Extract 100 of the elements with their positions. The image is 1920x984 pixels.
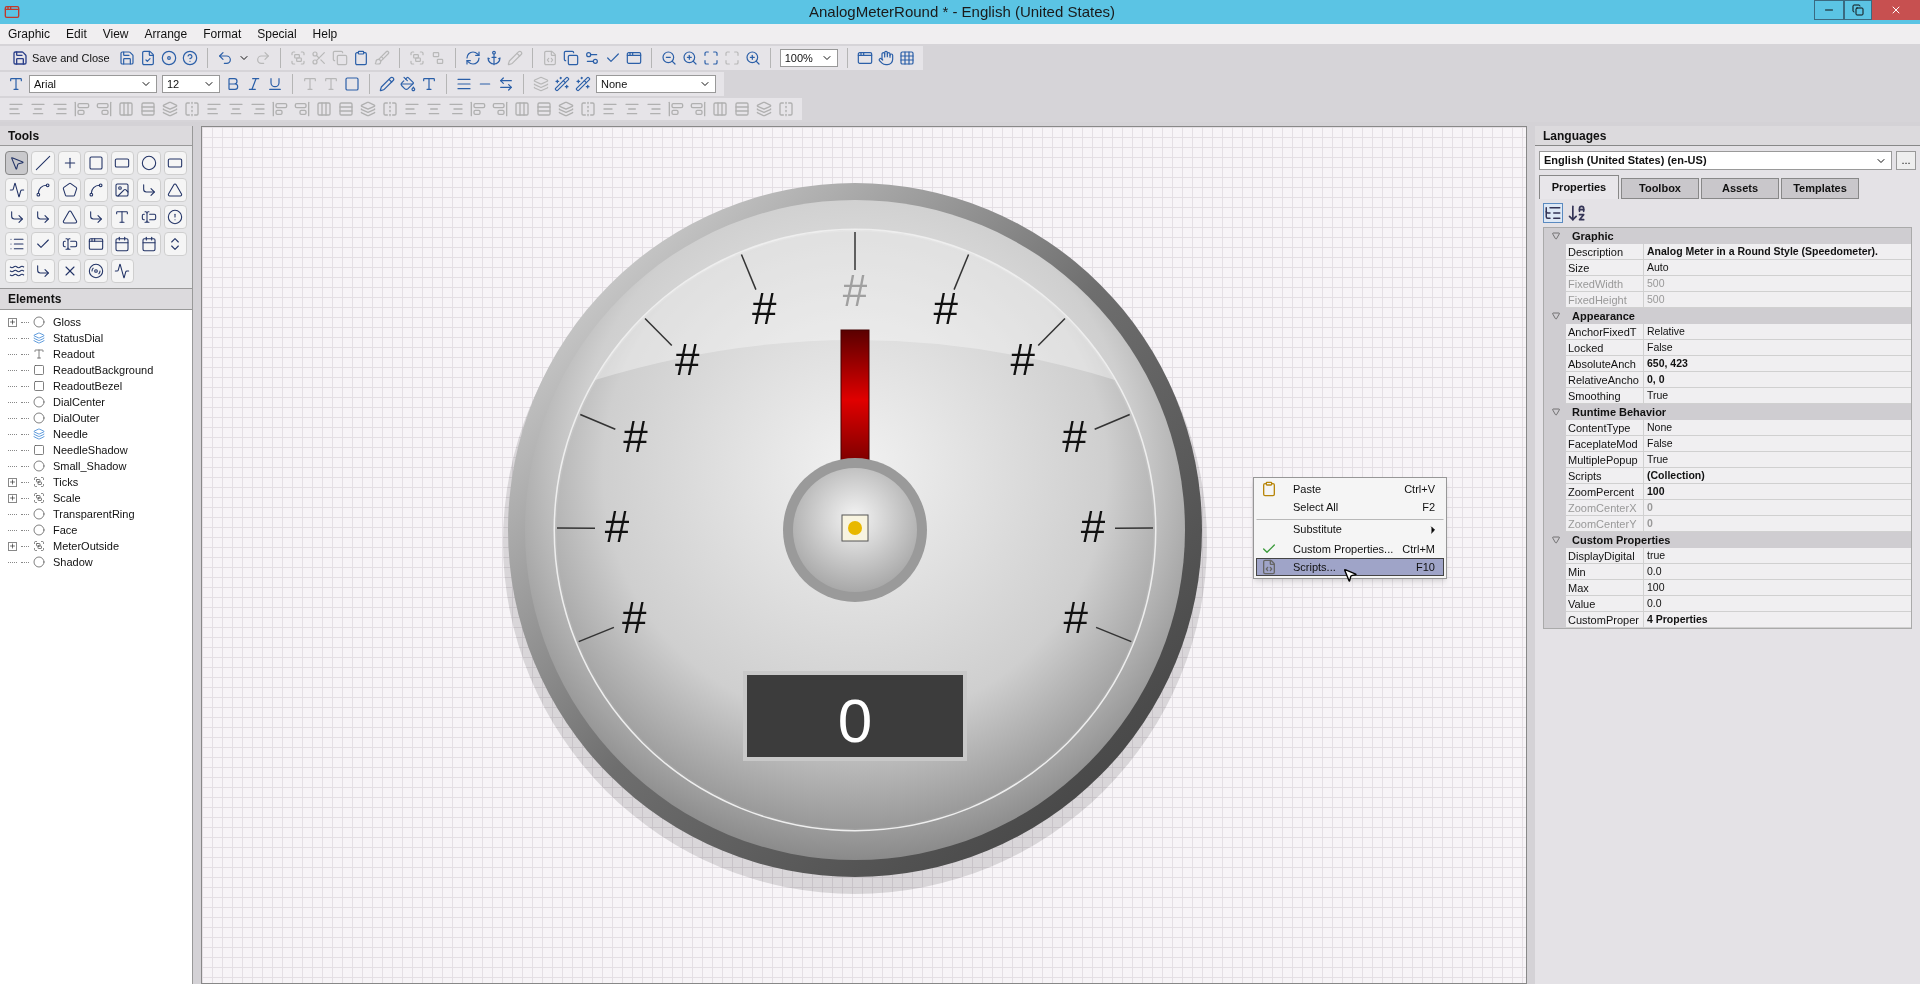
element-item[interactable]: Gloss	[53, 313, 82, 331]
property-value[interactable]: (Collection)	[1644, 468, 1911, 484]
collapse-icon[interactable]	[1552, 312, 1560, 320]
tool-button[interactable]	[31, 178, 55, 202]
element-item[interactable]: Face	[53, 521, 78, 539]
menu-item[interactable]: Scripts... F10	[1256, 558, 1444, 576]
tool-button[interactable]	[163, 232, 187, 256]
zoom-select[interactable]: 100%	[779, 49, 838, 67]
window-icon[interactable]	[856, 50, 873, 66]
minimize-button[interactable]	[1814, 0, 1844, 20]
menu-item[interactable]: Custom Properties... Ctrl+M	[1256, 540, 1444, 558]
tool-button[interactable]	[163, 205, 187, 229]
element-item[interactable]: Small_Shadow	[53, 457, 127, 475]
font-icon[interactable]	[8, 76, 24, 92]
property-value[interactable]: Auto	[1644, 260, 1911, 276]
expand-toggle[interactable]	[8, 317, 17, 327]
panel-tab[interactable]: Templates	[1781, 178, 1859, 199]
bold-icon[interactable]	[225, 76, 241, 92]
menu-item[interactable]: Substitute	[1256, 519, 1444, 540]
arrow-style-icon[interactable]	[498, 76, 514, 92]
element-item[interactable]: DialCenter	[53, 393, 105, 411]
menu-item[interactable]: Edit	[66, 25, 87, 43]
element-item[interactable]: ReadoutBezel	[53, 377, 123, 395]
menu-item[interactable]: View	[102, 25, 129, 43]
menu-item[interactable]: Special	[257, 25, 297, 43]
element-item[interactable]: Readout	[53, 345, 95, 363]
property-value[interactable]: True	[1644, 388, 1911, 404]
style-icon[interactable]	[575, 76, 591, 92]
tool-button[interactable]	[110, 178, 135, 202]
collapse-icon[interactable]	[1552, 536, 1560, 544]
element-item[interactable]: ReadoutBackground	[53, 361, 154, 379]
help-icon[interactable]	[181, 50, 198, 66]
element-item[interactable]: DialOuter	[53, 409, 100, 427]
tool-button[interactable]	[5, 151, 29, 175]
duplicate-icon[interactable]	[562, 50, 579, 66]
property-value[interactable]: None	[1644, 420, 1911, 436]
tool-button[interactable]	[110, 151, 135, 175]
undo-icon[interactable]	[216, 50, 233, 66]
tool-button[interactable]	[57, 259, 82, 283]
tool-button[interactable]	[57, 205, 82, 229]
grid-icon[interactable]	[898, 50, 915, 66]
panel-tab[interactable]: Toolbox	[1621, 178, 1699, 199]
tool-button[interactable]	[110, 259, 135, 283]
property-value[interactable]: 4 Properties	[1644, 612, 1911, 628]
tool-button[interactable]	[57, 232, 82, 256]
tool-button[interactable]	[5, 205, 29, 229]
line-weight-icon[interactable]	[456, 76, 472, 92]
settings-icon[interactable]	[583, 50, 600, 66]
element-item[interactable]: Shadow	[53, 553, 93, 571]
disc-icon[interactable]	[160, 50, 177, 66]
window-icon[interactable]	[625, 50, 642, 66]
collapse-icon[interactable]	[1552, 408, 1560, 416]
expand-toggle[interactable]	[8, 493, 17, 503]
property-value[interactable]: 0, 0	[1644, 372, 1911, 388]
font-select[interactable]: Arial	[29, 75, 157, 93]
border-icon[interactable]	[344, 76, 360, 92]
style-select[interactable]: None	[596, 75, 716, 93]
zoom-in-icon[interactable]	[681, 50, 698, 66]
drawing-canvas[interactable]: # # # # # # # # # # # 0 Paste Ctrl+V Select All F2 Substitute Custom Properties... Ctrl+M Scripts... F10	[201, 126, 1527, 984]
property-value[interactable]: Analog Meter in a Round Style (Speedometer).	[1644, 244, 1911, 260]
tool-button[interactable]	[84, 178, 108, 202]
zoom-area-icon[interactable]	[744, 50, 761, 66]
property-value[interactable]: 650, 423	[1644, 356, 1911, 372]
fit-icon[interactable]	[702, 50, 719, 66]
tool-button[interactable]	[5, 232, 29, 256]
menu-item[interactable]: Graphic	[8, 25, 51, 43]
line-color-icon[interactable]	[379, 76, 395, 92]
expand-toggle[interactable]	[8, 541, 17, 551]
tool-button[interactable]	[31, 205, 55, 229]
tool-button[interactable]	[137, 205, 161, 229]
menu-item[interactable]: Arrange	[144, 25, 188, 43]
restore-button[interactable]	[1844, 0, 1872, 20]
tool-button[interactable]	[31, 259, 55, 283]
tool-button[interactable]	[31, 151, 55, 175]
property-value[interactable]: 0.0	[1644, 564, 1911, 580]
tool-button[interactable]	[110, 205, 135, 229]
property-value[interactable]: False	[1644, 436, 1911, 452]
more-button[interactable]: ...	[1896, 151, 1916, 170]
element-item[interactable]: Ticks	[53, 473, 79, 491]
menu-item[interactable]: Select All F2	[1256, 498, 1444, 516]
tool-button[interactable]	[137, 178, 161, 202]
element-item[interactable]: StatusDial	[53, 329, 104, 347]
property-value[interactable]: 100	[1644, 484, 1911, 500]
tool-button[interactable]	[84, 232, 108, 256]
tool-button[interactable]	[137, 232, 161, 256]
element-item[interactable]: NeedleShadow	[53, 441, 128, 459]
refresh-icon[interactable]	[464, 50, 481, 66]
categorized-icon[interactable]	[1543, 203, 1563, 223]
tool-button[interactable]	[5, 178, 29, 202]
tool-button[interactable]	[137, 151, 161, 175]
collapse-icon[interactable]	[1552, 232, 1560, 240]
expand-toggle[interactable]	[8, 477, 17, 487]
property-value[interactable]: 0.0	[1644, 596, 1911, 612]
save-icon[interactable]	[118, 50, 135, 66]
panel-tab[interactable]: Properties	[1539, 175, 1619, 199]
element-item[interactable]: Scale	[53, 489, 81, 507]
italic-icon[interactable]	[246, 76, 262, 92]
property-value[interactable]: True	[1644, 452, 1911, 468]
tool-button[interactable]	[84, 259, 108, 283]
property-value[interactable]: 100	[1644, 580, 1911, 596]
